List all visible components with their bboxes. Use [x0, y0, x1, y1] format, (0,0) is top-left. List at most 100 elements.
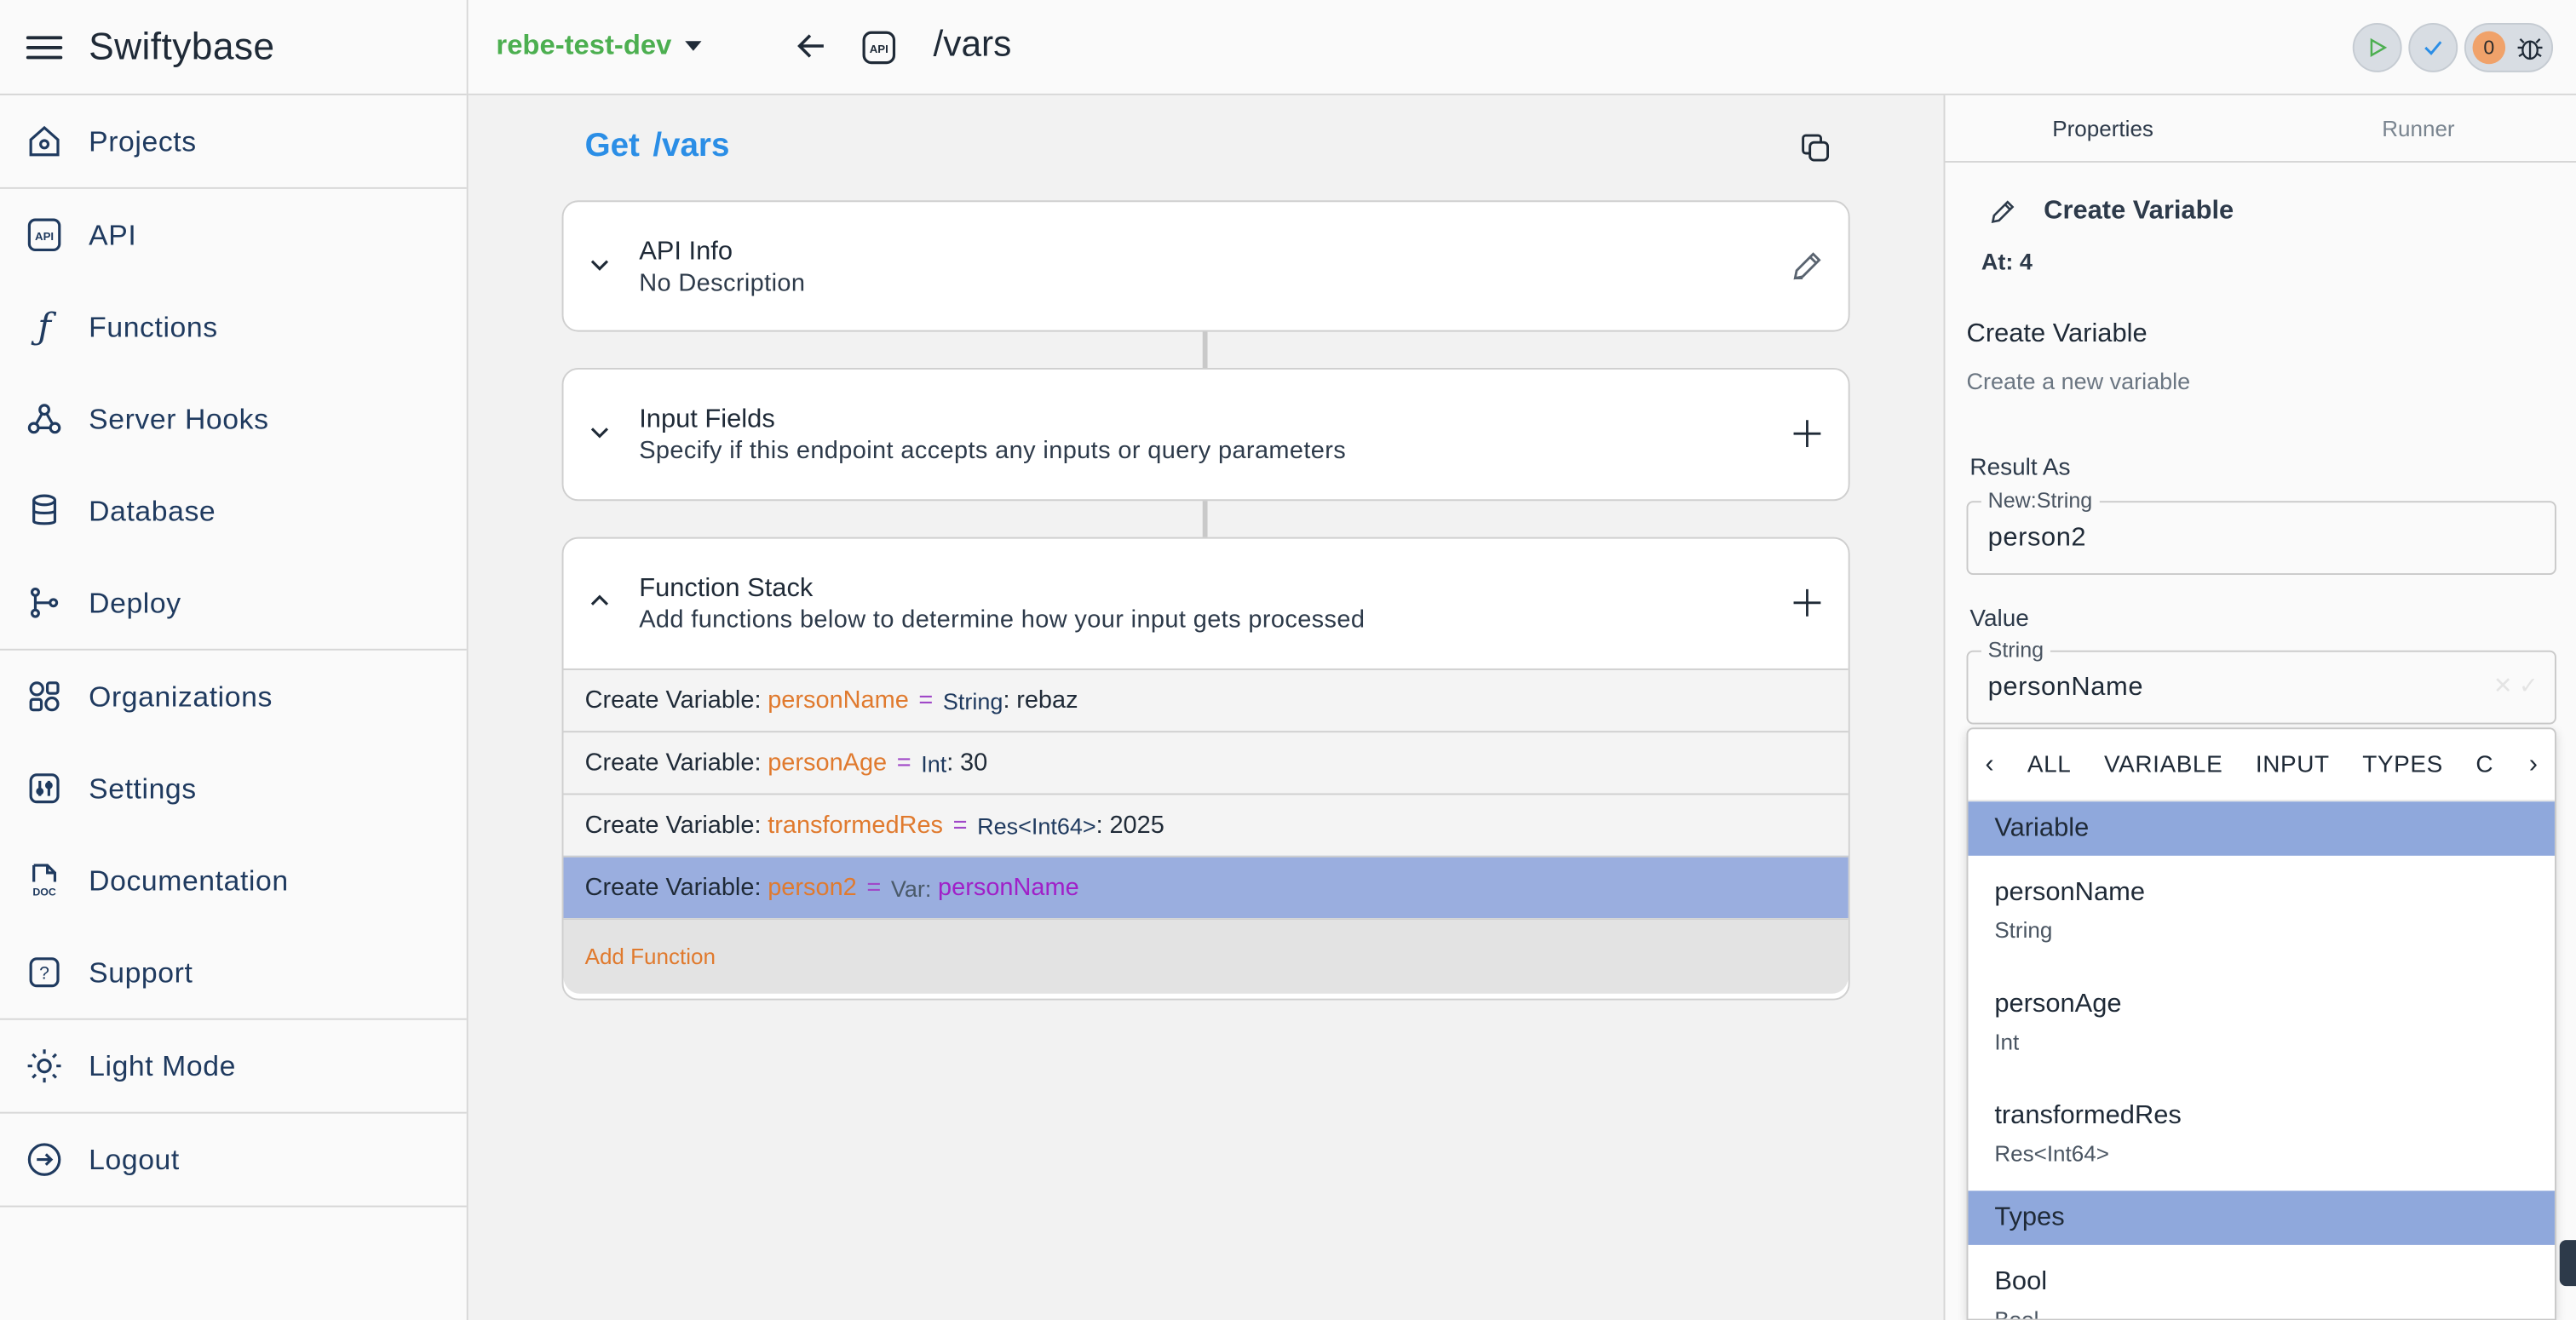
sidebar-item-label: Support	[89, 955, 193, 989]
row-variable: personAge	[768, 749, 888, 778]
check-icon	[2424, 41, 2442, 55]
tab-types[interactable]: TYPES	[2346, 751, 2459, 778]
database-icon	[26, 493, 62, 529]
row-sep: :	[1003, 686, 1010, 715]
sidebar-item-label: API	[89, 217, 137, 251]
suggestion-item[interactable]: transformedRes Res<Int64>	[1968, 1079, 2555, 1191]
function-description: Create a new variable	[1966, 368, 2191, 394]
function-stack-list: Create Variable: personName = String: re…	[563, 668, 1849, 994]
sidebar-item-label: Functions	[89, 309, 218, 343]
row-type: Var	[890, 874, 925, 901]
api-icon: API	[26, 217, 62, 253]
function-row-selected[interactable]: Create Variable: person2 = Var: personNa…	[563, 855, 1849, 919]
suggestion-item[interactable]: personAge Int	[1968, 967, 2555, 1079]
tab-input[interactable]: INPUT	[2240, 751, 2346, 778]
sidebar-item-api[interactable]: API API	[0, 189, 467, 281]
chevron-down-icon[interactable]	[587, 251, 613, 278]
suggestion-name: transformedRes	[1994, 1102, 2182, 1130]
sidebar-item-light-mode[interactable]: Light Mode	[0, 1020, 467, 1112]
add-function-plus-icon[interactable]	[1789, 585, 1825, 621]
add-function-button[interactable]: Add Function	[563, 918, 1849, 994]
row-type: Res<Int64>	[977, 812, 1096, 839]
top-actions: 0	[2352, 23, 2554, 72]
chevron-up-icon[interactable]	[587, 588, 613, 614]
sidebar-item-label: Logout	[89, 1142, 180, 1175]
sidebar-item-support[interactable]: ? Support	[0, 927, 467, 1019]
sidebar-item-server-hooks[interactable]: Server Hooks	[0, 373, 467, 465]
sidebar-item-settings[interactable]: Settings	[0, 743, 467, 835]
tab-variable[interactable]: VARIABLE	[2088, 751, 2240, 778]
tab-runner[interactable]: Runner	[2261, 95, 2576, 161]
suggestion-name: personName	[1994, 878, 2145, 907]
suggestion-type: Res<Int64>	[1994, 1141, 2109, 1167]
sidebar-item-documentation[interactable]: DOC Documentation	[0, 835, 467, 927]
tab-all[interactable]: ALL	[2011, 751, 2088, 778]
row-variable: person2	[768, 874, 857, 902]
row-value: 30	[959, 749, 988, 778]
sidebar-item-organizations[interactable]: Organizations	[0, 651, 467, 743]
play-icon	[2370, 37, 2388, 58]
tab-more[interactable]: C	[2459, 751, 2510, 778]
clear-confirm-icon[interactable]: ✕ ✓	[2493, 672, 2539, 700]
edit-pencil-icon[interactable]	[1789, 248, 1825, 284]
panel-header: Create Variable	[1988, 197, 2234, 227]
project-selector[interactable]: rebe-test-dev	[496, 30, 702, 63]
chevron-down-icon[interactable]	[587, 419, 613, 445]
card-title: API Info	[639, 238, 733, 267]
properties-panel: Properties Runner Create Variable At: 4 …	[1943, 95, 2576, 1320]
row-prefix: Create Variable:	[584, 811, 762, 840]
http-method: Get	[584, 128, 640, 164]
row-value: rebaz	[1016, 686, 1078, 715]
suggestion-item[interactable]: personName String	[1968, 856, 2555, 967]
debug-button[interactable]: 0	[2464, 23, 2554, 72]
row-equals: =	[952, 811, 968, 840]
card-title: Input Fields	[639, 405, 775, 434]
sidebar-item-label: Server Hooks	[89, 401, 269, 435]
suggestion-tab-strip: ALL VARIABLE INPUT TYPES C	[2011, 751, 2512, 778]
run-button[interactable]	[2352, 23, 2402, 72]
sidebar-item-logout[interactable]: Logout	[0, 1114, 467, 1206]
function-row[interactable]: Create Variable: personAge = Int: 30	[563, 731, 1849, 794]
sidebar-item-functions[interactable]: ƒ Functions	[0, 281, 467, 373]
side-drawer-handle[interactable]	[2559, 1240, 2576, 1287]
value-field[interactable]: String personName ✕ ✓	[1966, 637, 2556, 725]
hamburger-menu-icon[interactable]	[26, 29, 63, 65]
result-as-field[interactable]: New:String person2	[1966, 487, 2556, 576]
card-subtitle: Specify if this endpoint accepts any inp…	[639, 437, 1347, 465]
row-type: String	[942, 687, 1003, 714]
row-equals: =	[918, 686, 934, 715]
function-icon: ƒ	[37, 306, 51, 347]
back-arrow-icon[interactable]	[794, 28, 830, 64]
nav-group-build: API API ƒ Functions Server Hooks Databas…	[0, 189, 467, 651]
api-info-card: API Info No Description	[561, 200, 1850, 332]
function-name: Create Variable	[1966, 320, 2148, 348]
card-subtitle: No Description	[639, 269, 806, 298]
validate-button[interactable]	[2408, 23, 2458, 72]
caret-down-icon	[684, 41, 702, 51]
row-sep: :	[924, 874, 932, 901]
suggestion-item[interactable]: Bool Bool	[1968, 1245, 2555, 1319]
brand-bar: Swiftybase	[0, 0, 467, 95]
value-suggestions-dropdown: ‹ ALL VARIABLE INPUT TYPES C › Variable …	[1966, 727, 2556, 1320]
tab-properties[interactable]: Properties	[1945, 95, 2260, 161]
api-icon: API	[861, 30, 897, 66]
svg-text:API: API	[870, 43, 888, 55]
add-input-plus-icon[interactable]	[1789, 416, 1825, 451]
help-icon: ?	[26, 955, 62, 990]
sidebar-item-deploy[interactable]: Deploy	[0, 557, 467, 649]
settings-icon	[26, 771, 62, 806]
row-variable: personName	[768, 686, 909, 715]
section-header-variable: Variable	[1968, 801, 2555, 856]
route-title: /vars	[933, 23, 1012, 65]
function-row[interactable]: Create Variable: transformedRes = Res<In…	[563, 793, 1849, 856]
sidebar-item-label: Projects	[89, 123, 197, 158]
chevron-left-icon[interactable]: ‹	[1968, 749, 2010, 779]
function-row[interactable]: Create Variable: personName = String: re…	[563, 668, 1849, 732]
doc-icon: DOC	[26, 863, 62, 898]
chevron-right-icon[interactable]: ›	[2512, 749, 2555, 779]
sidebar-item-database[interactable]: Database	[0, 465, 467, 557]
copy-icon[interactable]	[1799, 131, 1832, 164]
card-title: Function Stack	[639, 575, 814, 603]
sidebar-item-projects[interactable]: Projects	[0, 95, 467, 187]
home-icon	[26, 123, 62, 159]
